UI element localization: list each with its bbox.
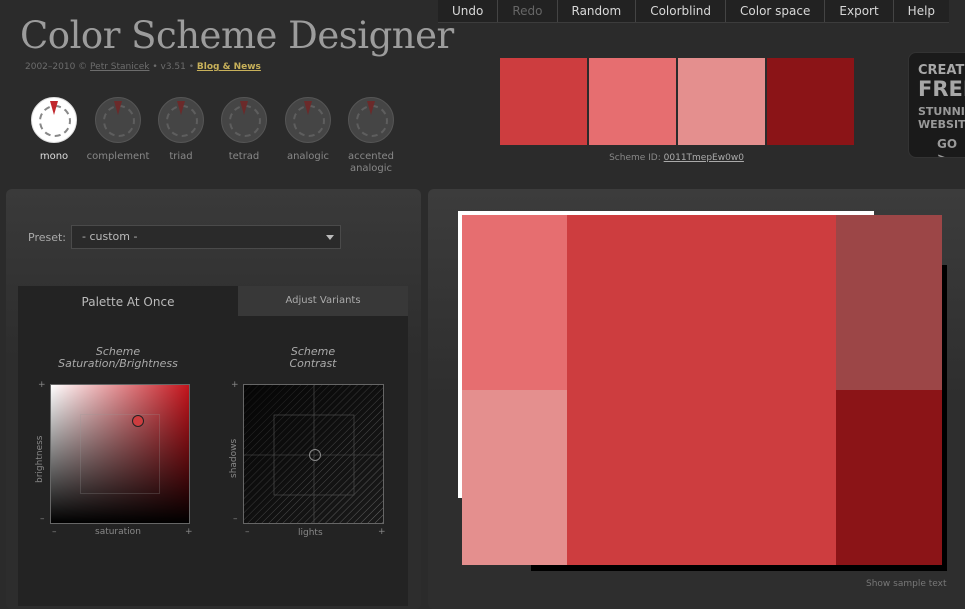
contrast-title-line-2: Contrast: [289, 357, 337, 370]
contrast-panel-title: Scheme Contrast: [242, 346, 384, 370]
contrast-picker-handle[interactable]: [308, 449, 321, 461]
scheme-type-complement[interactable]: complement: [86, 97, 150, 163]
preview-block-dark: [836, 390, 942, 565]
top-menu: Undo Redo Random Colorblind Color space Expor…: [438, 0, 950, 23]
scheme-type-label: analogic: [286, 151, 330, 162]
contrast-x-plus: +: [378, 527, 386, 537]
author-link[interactable]: Petr Stanicek: [90, 62, 149, 72]
sb-title-line-2: Saturation/Brightness: [58, 357, 178, 370]
show-sample-text-link[interactable]: Show sample text: [866, 579, 947, 589]
tab-adjust-variants[interactable]: Adjust Variants: [238, 286, 408, 316]
color-wheel-icon: [95, 97, 141, 143]
shadows-axis-text: shadows: [229, 438, 239, 478]
scheme-type-label: tetrad: [228, 151, 260, 162]
menu-help[interactable]: Help: [892, 0, 949, 22]
contrast-y-plus: +: [231, 380, 239, 390]
color-wheel-icon: [31, 97, 77, 143]
sb-guide-box: [80, 414, 160, 494]
color-swatch-1[interactable]: [500, 58, 587, 145]
scheme-type-tetrad[interactable]: tetrad: [212, 97, 276, 163]
ad-line-1: CREAT: [918, 63, 965, 78]
app-title: Color Scheme Designer: [20, 14, 454, 57]
color-wheel-icon: [158, 97, 204, 143]
preset-label: Preset:: [28, 231, 67, 244]
scheme-type-mono[interactable]: mono: [22, 97, 86, 163]
contrast-picker[interactable]: [243, 384, 384, 524]
credits-line: 2002–2010 © Petr Stanicek • v3.51 • Blog…: [25, 62, 261, 72]
scheme-type-label: accented analogic: [347, 151, 395, 174]
sb-x-minus: –: [52, 527, 57, 537]
ad-line-4: WEBSITE: [918, 118, 965, 131]
color-wheel-icon: [348, 97, 394, 143]
scheme-type-triad[interactable]: triad: [149, 97, 213, 163]
contrast-y-minus: –: [233, 514, 238, 524]
blog-news-link[interactable]: Blog & News: [197, 62, 261, 72]
preview-block-main: [567, 215, 836, 565]
menu-random[interactable]: Random: [556, 0, 636, 22]
scheme-type-label: mono: [39, 151, 69, 162]
chevron-down-icon: [326, 235, 334, 240]
color-wheel-icon: [285, 97, 331, 143]
sb-x-plus: +: [185, 527, 193, 537]
ad-go-button[interactable]: GO >: [937, 137, 965, 157]
scheme-type-label: triad: [169, 151, 193, 162]
menu-color-space[interactable]: Color space: [725, 0, 824, 22]
sb-y-minus: –: [40, 514, 45, 524]
sb-y-plus: +: [38, 380, 46, 390]
preset-select[interactable]: - custom -: [71, 225, 341, 249]
sb-panel-title: Scheme Saturation/Brightness: [50, 346, 186, 370]
tab-palette-at-once[interactable]: Palette At Once: [18, 286, 238, 316]
preset-value: - custom -: [82, 230, 138, 243]
lights-axis-label: lights: [298, 528, 323, 538]
contrast-x-minus: –: [245, 527, 250, 537]
menu-colorblind[interactable]: Colorblind: [635, 0, 725, 22]
scheme-id-link[interactable]: 0011TmepEw0w0: [664, 153, 744, 163]
color-swatch-4[interactable]: [767, 58, 854, 145]
preview-block-dark-muted: [836, 215, 942, 390]
color-swatches: [500, 58, 854, 145]
scheme-id-label: Scheme ID:: [609, 153, 661, 163]
preview-block-lighter: [462, 390, 567, 565]
color-wheel-icon: [221, 97, 267, 143]
color-swatch-2[interactable]: [589, 58, 676, 145]
version-text: • v3.51 •: [152, 62, 195, 72]
scheme-type-label: complement: [86, 151, 150, 162]
advert-banner[interactable]: CREAT FREE STUNNIN WEBSITE GO >: [908, 52, 965, 158]
saturation-brightness-picker[interactable]: [50, 384, 190, 524]
preview-block-light: [462, 215, 567, 390]
menu-export[interactable]: Export: [824, 0, 892, 22]
copyright-years: 2002–2010 ©: [25, 62, 88, 72]
menu-undo[interactable]: Undo: [438, 0, 497, 22]
ad-line-2: FREE: [918, 77, 965, 101]
scheme-type-accented-analogic[interactable]: accented analogic: [339, 97, 403, 175]
scheme-type-analogic[interactable]: analogic: [276, 97, 340, 163]
ad-line-3: STUNNIN: [918, 105, 965, 118]
brightness-axis-text: brightness: [35, 435, 45, 483]
color-swatch-3[interactable]: [678, 58, 765, 145]
menu-redo[interactable]: Redo: [497, 0, 556, 22]
scheme-id: Scheme ID: 0011TmepEw0w0: [500, 153, 853, 163]
saturation-axis-label: saturation: [95, 527, 141, 537]
